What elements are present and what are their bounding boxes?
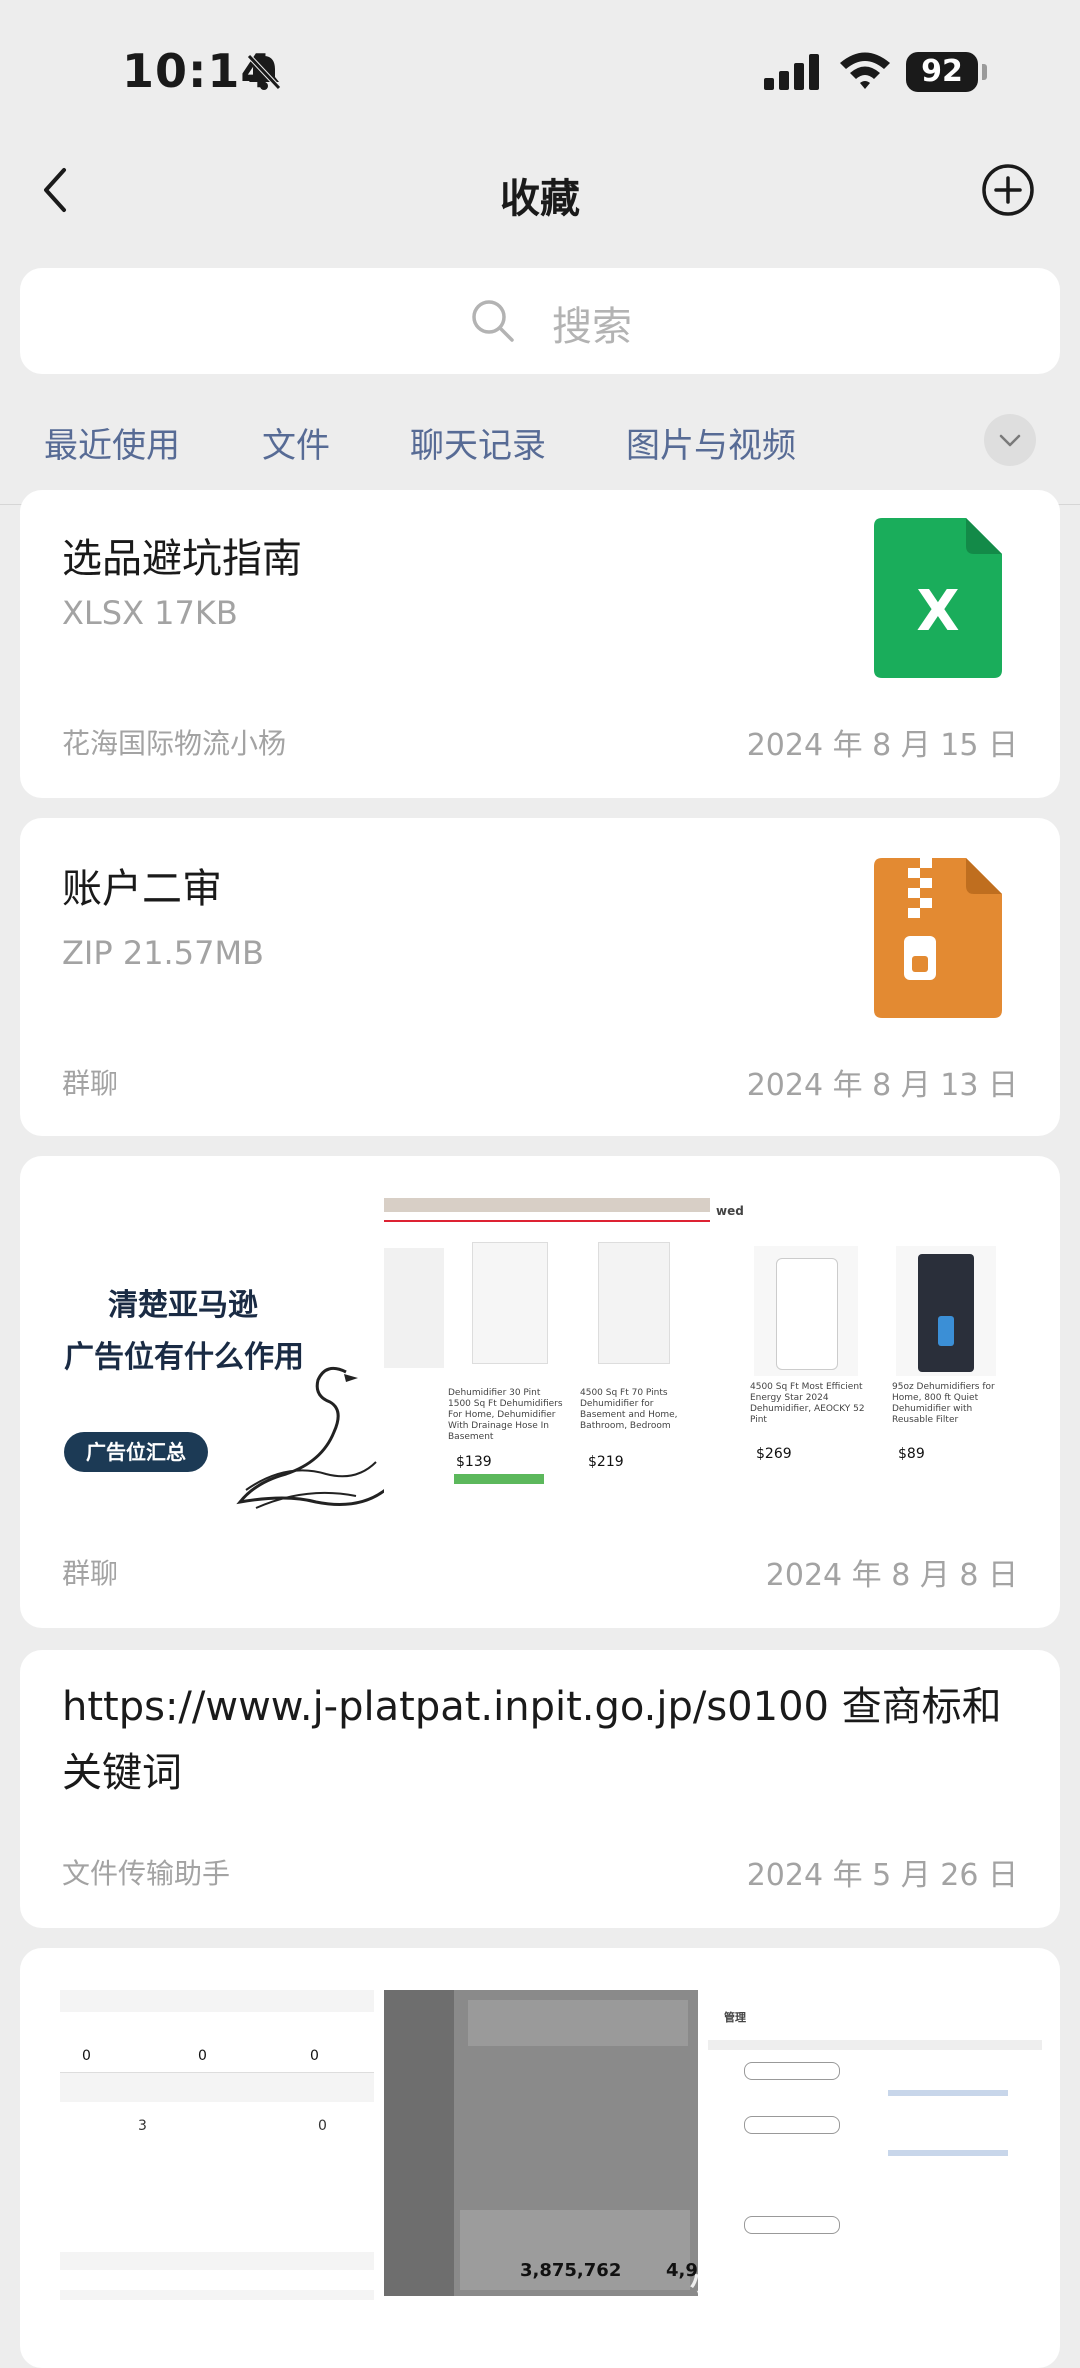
- promo-line-1: 清楚亚马逊: [108, 1288, 258, 1323]
- stat-count: 3: [138, 2118, 147, 2134]
- search-placeholder: 搜索: [552, 304, 632, 350]
- watermark-text: 小红书号：9622?081: [690, 2265, 983, 2298]
- product-description: 95oz Dehumidifiers for Home, 800 ft Quie…: [892, 1382, 995, 1425]
- swan-illustration: [236, 1366, 396, 1509]
- screenshot-red-rule: [384, 1220, 718, 1222]
- item-date: 2024 年 8 月 13 日: [746, 1068, 1018, 1103]
- excel-file-icon: X: [874, 518, 1002, 678]
- item-source: 群聊: [62, 1067, 119, 1100]
- save-coupon-badge: [454, 1474, 544, 1484]
- product-price: $139: [456, 1454, 492, 1470]
- item-date: 2024 年 8 月 8 日: [765, 1558, 1018, 1593]
- product-image: [472, 1242, 548, 1364]
- stat-value: 0: [198, 2048, 207, 2064]
- favorite-item-images[interactable]: 0 0 0 3 0 3,875,762 4,99 管理: [20, 1948, 1060, 2368]
- favorite-item-file[interactable]: 账户二审 ZIP 21.57MB 群聊 2024 年 8 月 13 日: [20, 818, 1060, 1136]
- svg-text:X: X: [916, 579, 959, 644]
- item-title: 账户二审: [62, 866, 222, 912]
- status-bar: 10:14 92: [0, 0, 1080, 140]
- bell-muted-icon: [247, 54, 281, 90]
- item-source: 群聊: [62, 1557, 119, 1590]
- tab-chat-history[interactable]: 聊天记录: [410, 418, 546, 467]
- item-source: 花海国际物流小杨: [62, 727, 287, 760]
- chevron-down-icon: [999, 434, 1021, 447]
- dashboard-screenshot[interactable]: 0 0 0 3 0: [60, 1990, 374, 2300]
- add-circle-icon[interactable]: [980, 162, 1036, 218]
- stat-value: 0: [310, 2048, 319, 2064]
- item-date: 2024 年 8 月 15 日: [746, 728, 1018, 763]
- product-screenshot[interactable]: Dehumidifier 30 Pint 1500 Sq Ft Dehumidi…: [384, 1198, 718, 1514]
- page-title: 收藏: [500, 176, 580, 222]
- screenshot-header: wed: [716, 1204, 744, 1218]
- tab-recent[interactable]: 最近使用: [44, 418, 180, 467]
- battery-tip: [982, 64, 987, 80]
- product-price: $89: [898, 1446, 925, 1462]
- product-price: $269: [756, 1446, 792, 1462]
- item-text-content: https://www.j-platpat.inpit.go.jp/s0100 …: [62, 1684, 1002, 1796]
- product-image: [896, 1246, 996, 1376]
- item-file-meta: XLSX 17KB: [62, 594, 238, 632]
- product-image: [754, 1246, 858, 1376]
- tab-images-videos[interactable]: 图片与视频: [626, 418, 796, 467]
- product-image: [384, 1248, 444, 1368]
- promo-thumbnail[interactable]: 清楚亚马逊 广告位有什么作用 广告位汇总: [40, 1194, 402, 1524]
- product-description: Dehumidifier 30 Pint 1500 Sq Ft Dehumidi…: [448, 1388, 563, 1442]
- favorite-item-file[interactable]: 选品避坑指南 XLSX 17KB 花海国际物流小杨 2024 年 8 月 15 …: [20, 490, 1060, 798]
- dashboard-screenshot-dimmed[interactable]: 3,875,762 4,99: [384, 1990, 698, 2296]
- product-description: 4500 Sq Ft 70 Pints Dehumidifier for Bas…: [580, 1388, 678, 1431]
- screenshot-top-strip: [384, 1198, 718, 1212]
- favorite-item-text[interactable]: https://www.j-platpat.inpit.go.jp/s0100 …: [20, 1650, 1060, 1928]
- battery-indicator: 92: [906, 52, 978, 92]
- stat-count: 0: [318, 2118, 327, 2134]
- tab-files[interactable]: 文件: [262, 418, 330, 467]
- product-description: 4500 Sq Ft Most Efficient Energy Star 20…: [750, 1382, 865, 1425]
- search-icon: [472, 300, 514, 342]
- signal-icon: [764, 54, 819, 90]
- nav-bar: 收藏: [0, 140, 1080, 240]
- stat-big-value: 3,875,762: [520, 2260, 622, 2281]
- screenshot-title: 管理: [724, 2011, 746, 2024]
- product-screenshot[interactable]: wed 4500 Sq Ft Most Efficient Energy Sta…: [710, 1196, 1040, 1514]
- product-image: [598, 1242, 670, 1364]
- favorite-item-images[interactable]: 清楚亚马逊 广告位有什么作用 广告位汇总 Dehumidifier 30 Pin…: [20, 1156, 1060, 1628]
- search-input[interactable]: 搜索: [20, 268, 1060, 374]
- filter-tabs: 最近使用 文件 聊天记录 图片与视频: [0, 404, 1080, 500]
- item-file-meta: ZIP 21.57MB: [62, 934, 264, 972]
- item-title: 选品避坑指南: [62, 536, 302, 582]
- wifi-icon: [840, 52, 890, 89]
- tabs-expand-button[interactable]: [984, 414, 1036, 466]
- stat-value: 0: [82, 2048, 91, 2064]
- item-date: 2024 年 5 月 26 日: [746, 1858, 1018, 1893]
- zip-file-icon: [874, 858, 1002, 1018]
- promo-pill: 广告位汇总: [64, 1432, 208, 1472]
- product-price: $219: [588, 1454, 624, 1470]
- item-source: 文件传输助手: [62, 1857, 231, 1890]
